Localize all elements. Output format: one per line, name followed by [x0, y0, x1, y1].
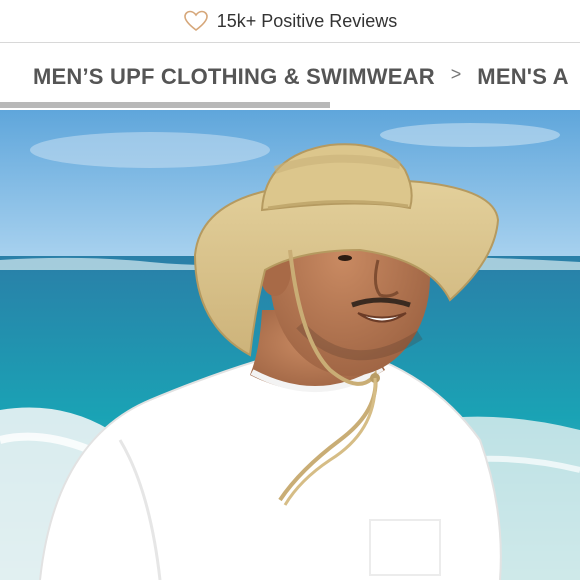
breadcrumb: MEN’S UPF CLOTHING & SWIMWEAR > MEN'S A	[0, 44, 580, 104]
breadcrumb-mens-upf-clothing[interactable]: MEN’S UPF CLOTHING & SWIMWEAR	[33, 64, 435, 90]
top-banner: 15k+ Positive Reviews	[0, 0, 580, 43]
breadcrumb-separator: >	[450, 63, 462, 84]
hero-photo	[0, 110, 580, 580]
breadcrumb-mens-accessories[interactable]: MEN'S A	[477, 64, 568, 90]
hero-image	[0, 110, 580, 580]
active-breadcrumb-underline	[0, 102, 330, 108]
heart-icon	[183, 10, 208, 32]
reviews-text: 15k+ Positive Reviews	[216, 10, 398, 31]
